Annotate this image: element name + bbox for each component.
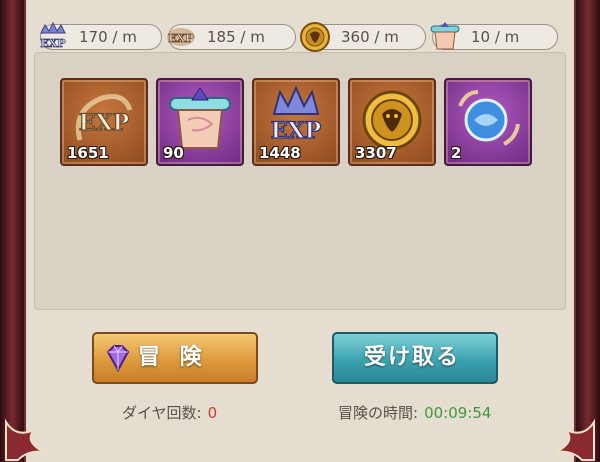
rate-gold: 360 / m xyxy=(300,22,426,52)
diamond-count-label: ダイヤ回数: xyxy=(122,404,202,422)
reward-tile-orb[interactable]: 2 xyxy=(444,78,532,166)
diamond-icon xyxy=(106,345,130,373)
reward-tile-exp[interactable]: EXP 1651 xyxy=(60,78,148,166)
hero-exp-icon: EXP xyxy=(40,21,66,50)
adventure-button[interactable]: 冒 険 xyxy=(92,332,258,384)
reward-tile-scroll[interactable]: 90 xyxy=(156,78,244,166)
reward-tile-gold[interactable]: 3307 xyxy=(348,78,436,166)
svg-text:EXP: EXP xyxy=(40,37,65,50)
corner-ornament-left xyxy=(5,418,45,461)
reward-count: 1651 xyxy=(67,144,109,162)
claim-button-label: 受け取る xyxy=(364,345,461,370)
reward-count: 3307 xyxy=(355,144,397,162)
svg-text:EXP: EXP xyxy=(271,118,321,144)
rate-exp-value: 185 / m xyxy=(207,28,265,46)
corner-ornament-right xyxy=(555,418,595,461)
svg-text:EXP: EXP xyxy=(79,110,129,136)
rate-hero-exp-value: 170 / m xyxy=(79,28,137,46)
reward-count: 1448 xyxy=(259,144,301,162)
reward-count: 2 xyxy=(451,144,462,162)
claim-button[interactable]: 受け取る xyxy=(332,332,498,384)
gold-coin-icon xyxy=(300,22,330,52)
svg-text:EXP: EXP xyxy=(168,32,193,45)
rate-exp: EXP 185 / m xyxy=(167,24,296,50)
adventure-time-row: 冒険の時間: 00:09:54 xyxy=(338,402,491,423)
scroll-icon xyxy=(430,22,460,50)
adventure-button-label: 冒 険 xyxy=(138,345,208,370)
adventure-time-value: 00:09:54 xyxy=(424,404,492,422)
rate-scroll-value: 10 / m xyxy=(471,28,520,46)
rate-hero-exp: EXP 170 / m xyxy=(40,21,162,50)
exp-icon: EXP xyxy=(167,28,195,46)
adventure-time-label: 冒険の時間: xyxy=(338,404,419,422)
diamond-count-row: ダイヤ回数: 0 xyxy=(122,402,217,423)
diamond-count-value: 0 xyxy=(207,404,218,422)
reward-tile-hero-exp[interactable]: EXP 1448 xyxy=(252,78,340,166)
rate-gold-value: 360 / m xyxy=(341,28,399,46)
rate-scroll: 10 / m xyxy=(430,22,558,50)
reward-count: 90 xyxy=(163,144,184,162)
